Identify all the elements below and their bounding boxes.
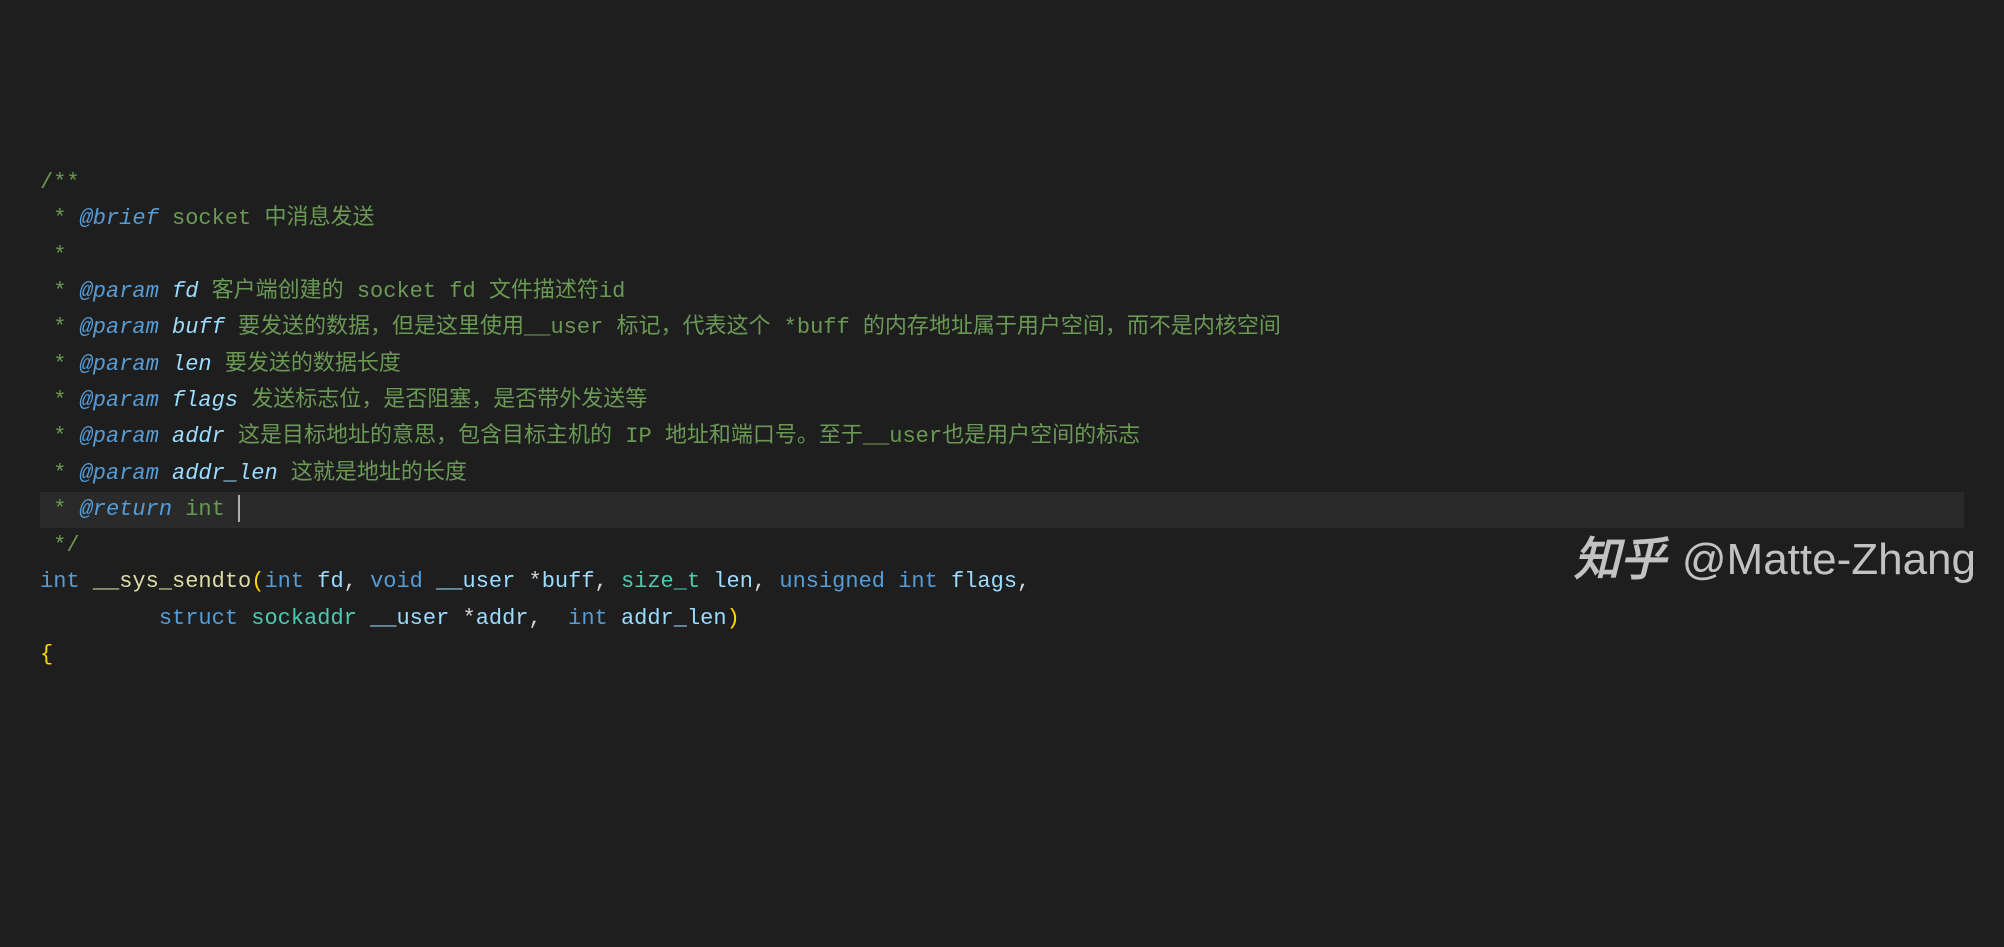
param-tag: @param bbox=[80, 461, 159, 486]
addr-param: addr bbox=[476, 606, 529, 631]
comment-empty-line: * bbox=[40, 238, 1964, 274]
comment-open-line: /** bbox=[40, 165, 1964, 201]
comment-param-buff-line: * @param buff 要发送的数据，但是这里使用__user 标记，代表这… bbox=[40, 310, 1964, 346]
code-block[interactable]: /** * @brief socket 中消息发送 * * @param fd … bbox=[40, 165, 1964, 673]
return-type: int bbox=[40, 569, 80, 594]
return-type-text: int bbox=[185, 497, 225, 522]
param-buff-desc: 要发送的数据，但是这里使用__user 标记，代表这个 *buff 的内存地址属… bbox=[225, 315, 1281, 340]
function-signature-line2: struct sockaddr __user *addr, int addr_l… bbox=[40, 601, 1964, 637]
param-fd-name: fd bbox=[172, 279, 198, 304]
param-buff-name: buff bbox=[172, 315, 225, 340]
flags-param: flags bbox=[951, 569, 1017, 594]
param-tag: @param bbox=[80, 352, 159, 377]
brief-text: socket 中消息发送 bbox=[159, 206, 375, 231]
param-len-desc: 要发送的数据长度 bbox=[212, 352, 401, 377]
fd-param: fd bbox=[317, 569, 343, 594]
comment-param-flags-line: * @param flags 发送标志位，是否阻塞，是否带外发送等 bbox=[40, 383, 1964, 419]
comment-close: */ bbox=[40, 533, 80, 558]
param-addrlen-desc: 这就是地址的长度 bbox=[278, 461, 467, 486]
comment-param-addrlen-line: * @param addr_len 这就是地址的长度 bbox=[40, 456, 1964, 492]
open-brace-line: { bbox=[40, 637, 1964, 673]
param-len-name: len bbox=[172, 352, 212, 377]
brief-tag: @brief bbox=[80, 206, 159, 231]
param-tag: @param bbox=[80, 315, 159, 340]
function-signature-line1: int __sys_sendto(int fd, void __user *bu… bbox=[40, 564, 1964, 600]
comment-return-line: * @return int bbox=[40, 492, 1964, 528]
param-addrlen-name: addr_len bbox=[172, 461, 278, 486]
open-brace: { bbox=[40, 642, 53, 667]
user-attr: __user bbox=[436, 569, 515, 594]
function-name: __sys_sendto bbox=[93, 569, 251, 594]
param-tag: @param bbox=[80, 424, 159, 449]
buff-param: buff bbox=[542, 569, 595, 594]
addrlen-param: addr_len bbox=[621, 606, 727, 631]
param-flags-desc: 发送标志位，是否阻塞，是否带外发送等 bbox=[238, 388, 647, 413]
param-tag: @param bbox=[80, 279, 159, 304]
param-addr-desc: 这是目标地址的意思，包含目标主机的 IP 地址和端口号。至于__user也是用户… bbox=[225, 424, 1140, 449]
text-cursor bbox=[238, 495, 240, 521]
param-tag: @param bbox=[80, 388, 159, 413]
comment-param-len-line: * @param len 要发送的数据长度 bbox=[40, 347, 1964, 383]
comment-close-line: */ bbox=[40, 528, 1964, 564]
comment-param-addr-line: * @param addr 这是目标地址的意思，包含目标主机的 IP 地址和端口… bbox=[40, 419, 1964, 455]
comment-open: /** bbox=[40, 170, 80, 195]
comment-brief-line: * @brief socket 中消息发送 bbox=[40, 201, 1964, 237]
len-param: len bbox=[713, 569, 753, 594]
param-flags-name: flags bbox=[172, 388, 238, 413]
param-addr-name: addr bbox=[172, 424, 225, 449]
comment-param-fd-line: * @param fd 客户端创建的 socket fd 文件描述符id bbox=[40, 274, 1964, 310]
return-tag: @return bbox=[80, 497, 172, 522]
param-fd-desc: 客户端创建的 socket fd 文件描述符id bbox=[198, 279, 625, 304]
